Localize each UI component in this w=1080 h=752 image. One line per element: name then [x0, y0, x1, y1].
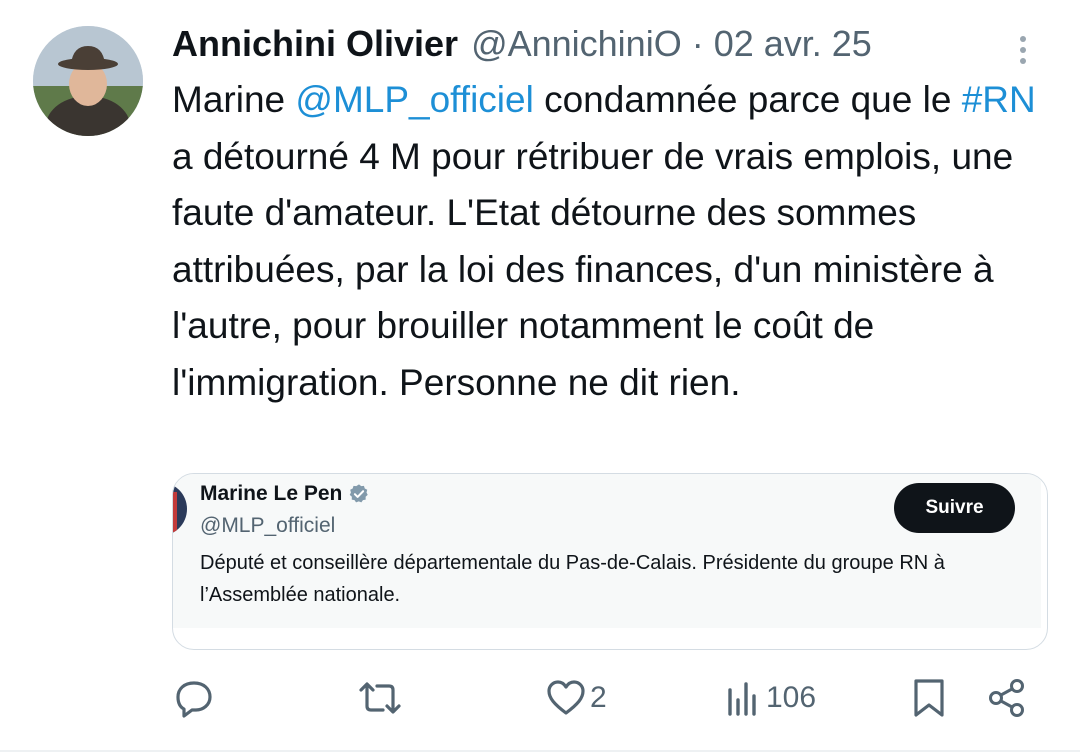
reply-icon: [176, 681, 212, 718]
view-count: 106: [766, 681, 817, 714]
tweet-text-part: condamnée parce que le: [533, 79, 962, 120]
tweet-text-part: a détourné 4 M pour rétribuer de vrais e…: [172, 135, 1014, 403]
like-button[interactable]: 2: [546, 672, 607, 724]
views-icon: [728, 682, 756, 716]
more-icon[interactable]: [1010, 30, 1036, 70]
card-avatar[interactable]: [173, 482, 187, 536]
retweet-button[interactable]: [357, 672, 403, 724]
share-icon: [989, 679, 1024, 717]
author-avatar[interactable]: [33, 26, 143, 136]
author-name[interactable]: Annichini Olivier: [172, 22, 458, 66]
card-name-row: Marine Le Pen: [200, 479, 370, 509]
profile-card[interactable]: Marine Le Pen @MLP_officiel Suivre Déput…: [172, 473, 1048, 650]
separator-dot: ·: [691, 23, 704, 64]
action-bar: 2 106: [0, 672, 1080, 724]
views-button[interactable]: 106: [726, 672, 816, 724]
heart-icon: [547, 680, 585, 715]
share-button[interactable]: [986, 672, 1028, 724]
card-bio: Député et conseillère départementale du …: [200, 552, 945, 606]
bookmark-button[interactable]: [911, 672, 947, 724]
verified-icon: [350, 484, 369, 503]
retweet-icon: [359, 682, 401, 714]
hashtag-link[interactable]: #RN: [962, 79, 1036, 120]
card-handle[interactable]: @MLP_officiel: [200, 511, 335, 541]
follow-button[interactable]: Suivre: [894, 483, 1015, 533]
tweet-date[interactable]: 02 avr. 25: [714, 22, 872, 66]
author-handle[interactable]: @AnnichiniO: [471, 22, 682, 66]
reply-button[interactable]: [174, 672, 214, 724]
tweet-header: Annichini Olivier @AnnichiniO · 02 avr. …: [172, 22, 872, 66]
mention-link[interactable]: @MLP_officiel: [295, 79, 533, 120]
like-count: 2: [590, 681, 607, 714]
card-name[interactable]: Marine Le Pen: [200, 479, 342, 509]
tweet-text-part: Marine: [172, 79, 296, 120]
profile-card-body: Marine Le Pen @MLP_officiel Suivre Déput…: [173, 474, 1041, 628]
tweet-text: Marine @MLP_officiel condamnée parce que…: [172, 72, 1052, 411]
bookmark-icon: [914, 679, 944, 717]
